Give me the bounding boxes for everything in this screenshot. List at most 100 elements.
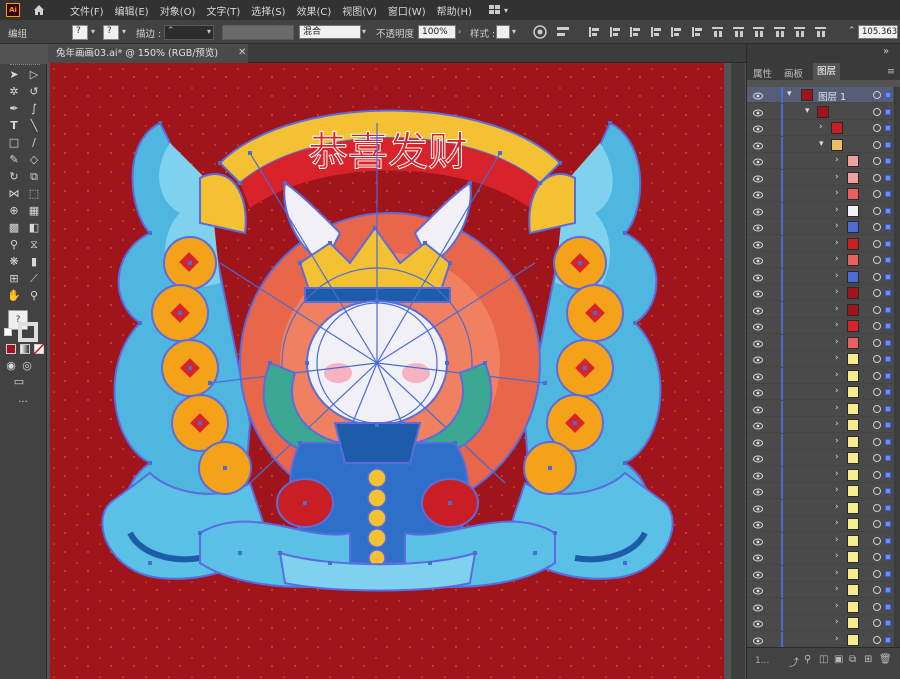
anchor-point[interactable] — [208, 381, 212, 385]
anchor-point[interactable] — [283, 181, 287, 185]
chevron-right-icon[interactable]: › — [835, 386, 839, 396]
anchor-point[interactable] — [623, 231, 627, 235]
target-icon[interactable] — [873, 338, 881, 347]
spinner-icon[interactable]: ⌃ — [848, 26, 856, 36]
visibility-eye-icon[interactable] — [753, 90, 763, 100]
selected-indicator[interactable] — [885, 636, 891, 643]
selected-indicator[interactable] — [885, 240, 891, 247]
visibility-eye-icon[interactable] — [753, 420, 763, 430]
chevron-right-icon[interactable]: › — [835, 337, 839, 347]
visibility-eye-icon[interactable] — [753, 354, 763, 364]
anchor-point[interactable] — [343, 461, 347, 465]
curvature-tool-icon[interactable]: ∫ — [27, 102, 41, 116]
x-coordinate-input[interactable]: 105.363 — [858, 25, 898, 39]
anchor-point[interactable] — [178, 311, 182, 315]
target-icon[interactable] — [873, 635, 881, 644]
menu-item-5[interactable]: 效果(C) — [296, 3, 331, 18]
target-icon[interactable] — [873, 437, 881, 446]
distribute-center-icon[interactable] — [793, 26, 806, 38]
chevron-right-icon[interactable]: › — [835, 320, 839, 330]
sublayer-row[interactable]: › — [747, 400, 893, 417]
target-icon[interactable] — [873, 520, 881, 528]
chevron-down-icon[interactable]: ▾ — [207, 27, 211, 36]
visibility-eye-icon[interactable] — [753, 107, 763, 116]
sublayer-row[interactable]: › — [747, 466, 893, 483]
target-icon[interactable] — [873, 322, 881, 330]
distribute-left-icon[interactable] — [773, 26, 786, 38]
anchor-point[interactable] — [633, 321, 637, 325]
width-tool-icon[interactable]: ⋈ — [7, 187, 21, 201]
anchor-point[interactable] — [148, 461, 152, 465]
selection-tool-icon[interactable]: ➤ — [7, 68, 21, 82]
anchor-point[interactable] — [375, 423, 379, 427]
target-icon[interactable] — [873, 305, 881, 314]
anchor-point[interactable] — [498, 151, 502, 155]
chevron-right-icon[interactable]: › — [835, 518, 839, 528]
visibility-eye-icon[interactable] — [753, 569, 763, 578]
chevron-right-icon[interactable]: › — [835, 502, 839, 512]
visibility-eye-icon[interactable] — [753, 305, 763, 314]
align-middle-icon[interactable] — [670, 26, 683, 38]
chevron-down-icon[interactable]: ▾ — [805, 106, 810, 116]
target-icon[interactable] — [873, 124, 881, 132]
sublayer-row[interactable]: › — [747, 615, 893, 631]
anchor-point[interactable] — [558, 161, 562, 165]
selected-indicator[interactable] — [885, 158, 891, 164]
anchor-point[interactable] — [408, 461, 412, 465]
variable-width-profile[interactable] — [222, 25, 294, 40]
selected-indicator[interactable] — [885, 504, 891, 511]
sublayer-row[interactable]: › — [747, 153, 893, 169]
anchor-point[interactable] — [328, 561, 332, 565]
target-icon[interactable] — [873, 289, 881, 297]
line-tool-icon[interactable]: ╲ — [27, 119, 41, 133]
target-icon[interactable] — [873, 619, 881, 627]
chevron-right-icon[interactable]: › — [835, 403, 839, 413]
sublayer-row[interactable]: ▾ — [747, 103, 893, 120]
menu-item-6[interactable]: 视图(V) — [342, 3, 377, 18]
target-icon[interactable] — [873, 355, 881, 363]
chevron-right-icon[interactable]: › — [835, 205, 839, 215]
visibility-eye-icon[interactable] — [753, 552, 763, 562]
target-icon[interactable] — [873, 157, 881, 165]
sublayer-row[interactable]: › — [747, 120, 893, 136]
selected-indicator[interactable] — [885, 389, 891, 395]
chevron-right-icon[interactable]: › — [835, 353, 839, 363]
anchor-point[interactable] — [218, 161, 222, 165]
visibility-eye-icon[interactable] — [753, 272, 763, 281]
target-icon[interactable] — [873, 190, 881, 198]
chevron-right-icon[interactable]: › — [835, 304, 839, 314]
selected-indicator[interactable] — [885, 620, 891, 626]
chevron-right-icon[interactable]: › — [819, 122, 823, 132]
anchor-point[interactable] — [468, 181, 472, 185]
anchor-point[interactable] — [138, 321, 142, 325]
workspace-switcher[interactable]: ▾ — [488, 5, 508, 15]
shaper-tool-icon[interactable]: ✎ — [7, 153, 21, 167]
chevron-right-icon[interactable]: › — [835, 287, 839, 297]
chevron-down-icon[interactable]: ▾ — [362, 27, 366, 36]
sublayer-row[interactable]: › — [747, 367, 893, 384]
tab-artboards[interactable]: 画板 — [784, 66, 803, 80]
sublayer-row[interactable]: › — [747, 499, 893, 516]
distribute-middle-icon[interactable] — [732, 26, 745, 38]
none-mode-icon[interactable] — [34, 344, 44, 354]
anchor-point[interactable] — [158, 121, 162, 125]
color-mode-icon[interactable] — [6, 344, 16, 354]
visibility-eye-icon[interactable] — [753, 255, 763, 265]
anchor-point[interactable] — [483, 361, 487, 365]
opacity-input[interactable]: 100% — [418, 25, 456, 39]
target-icon[interactable] — [873, 487, 881, 495]
anchor-point[interactable] — [373, 226, 377, 230]
target-icon[interactable] — [873, 140, 881, 149]
target-icon[interactable] — [873, 388, 881, 396]
sublayer-row[interactable]: › — [747, 186, 893, 202]
graphic-style-swatch[interactable] — [496, 25, 510, 39]
chevron-down-icon[interactable]: ▾ — [819, 139, 824, 149]
panel-menu-icon[interactable]: ≡ — [887, 66, 895, 77]
menu-item-0[interactable]: 文件(F) — [70, 3, 104, 18]
chevron-right-icon[interactable]: › — [835, 584, 839, 594]
free-transform-tool-icon[interactable]: ⬚ — [27, 187, 41, 201]
selected-indicator[interactable] — [885, 273, 891, 280]
anchor-point[interactable] — [608, 121, 612, 125]
anchor-point[interactable] — [305, 361, 309, 365]
anchor-point[interactable] — [593, 311, 597, 315]
